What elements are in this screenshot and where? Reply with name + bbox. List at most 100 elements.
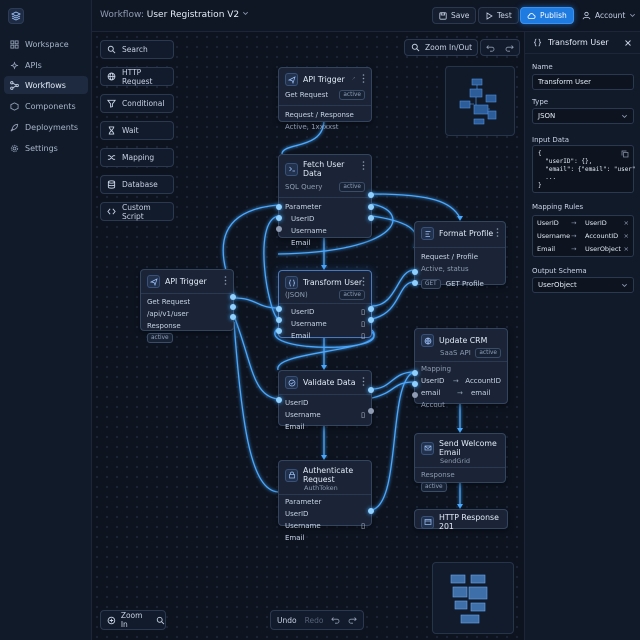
output-port[interactable]	[230, 304, 236, 310]
input-port[interactable]	[276, 215, 282, 221]
input-port[interactable]	[276, 328, 282, 334]
node-authenticate-request[interactable]: Authenticate Request AuthToken Parameter…	[278, 460, 374, 542]
palette-label: Wait	[122, 126, 139, 135]
input-data-editor[interactable]: { "userID": {}, "email": {"email": "user…	[532, 145, 636, 193]
node-http-response-201[interactable]: HTTP Response 201	[414, 509, 508, 531]
palette-search[interactable]: Search	[100, 40, 174, 59]
palette-conditional[interactable]: Conditional	[100, 94, 174, 113]
sidebar-item-workflows[interactable]: Workflows	[4, 76, 88, 94]
workflow-title[interactable]: Workflow: User Registration V2	[100, 10, 249, 20]
mapping-row[interactable]: Email → UserObject ×	[533, 242, 633, 255]
node-update-crm[interactable]: Update CRM SaaS API active Mapping UserI…	[412, 328, 508, 409]
wire-validate-crm2	[371, 381, 415, 399]
node-subtitle: SendGrid	[440, 457, 471, 465]
workflow-canvas[interactable]: Search HTTP Request Conditional Wait Map…	[92, 32, 524, 640]
node-title: Transform User	[303, 278, 363, 287]
minimap[interactable]	[445, 66, 515, 136]
zoom-in-out-label: Zoom In/Out	[425, 43, 473, 52]
input-port[interactable]	[276, 397, 282, 403]
app-logo-icon[interactable]	[8, 8, 24, 24]
output-port[interactable]	[368, 317, 374, 323]
output-port[interactable]	[230, 314, 236, 320]
input-port[interactable]	[412, 381, 418, 387]
input-port[interactable]	[276, 226, 282, 232]
more-vertical-icon[interactable]	[362, 161, 365, 170]
search-icon	[107, 45, 116, 54]
sidebar-item-components[interactable]: Components	[4, 97, 88, 115]
node-title: Authenticate Request	[303, 466, 354, 484]
copy-icon[interactable]	[621, 150, 629, 158]
remove-icon[interactable]: ×	[624, 219, 629, 227]
input-port[interactable]	[412, 280, 418, 286]
close-icon[interactable]	[624, 39, 632, 47]
wire-transform-format2	[371, 281, 415, 320]
publish-button[interactable]: Publish	[520, 7, 574, 24]
sidebar-item-label: Workspace	[25, 39, 69, 49]
undo-button[interactable]: Undo	[277, 616, 297, 625]
chevron-down-icon	[243, 11, 249, 15]
test-button[interactable]: Test	[478, 7, 519, 24]
input-port[interactable]	[276, 306, 282, 312]
node-transform-user[interactable]: Transform User (JSON) active UserID ▯ Use…	[276, 270, 374, 340]
name-input[interactable]: Transform User	[532, 74, 634, 90]
undo-icon[interactable]	[486, 44, 495, 52]
input-port[interactable]	[276, 317, 282, 323]
palette-database[interactable]: Database	[100, 175, 174, 194]
node-format-profile[interactable]: Format Profile Request / Profile Active,…	[412, 221, 506, 289]
redo-icon[interactable]	[348, 616, 358, 624]
output-port[interactable]	[368, 387, 374, 393]
zoom-in-out-button[interactable]: Zoom In/Out	[404, 39, 478, 56]
redo-icon[interactable]	[505, 44, 514, 52]
node-field: UserID	[421, 377, 445, 385]
output-port[interactable]	[230, 294, 236, 300]
palette-wait[interactable]: Wait	[100, 121, 174, 140]
output-port[interactable]	[368, 215, 374, 221]
input-port[interactable]	[412, 392, 418, 398]
palette-label: Custom Script	[122, 202, 151, 221]
sidebar-item-apis[interactable]: APIs	[4, 56, 88, 74]
output-schema-select[interactable]: UserObject	[532, 277, 634, 293]
output-port[interactable]	[368, 192, 374, 198]
sidebar-item-label: APIs	[25, 60, 42, 70]
palette-custom-script[interactable]: Custom Script	[100, 202, 174, 221]
input-port[interactable]	[412, 269, 418, 275]
type-select[interactable]: JSON	[532, 108, 634, 124]
save-button[interactable]: Save	[432, 7, 477, 24]
input-port[interactable]	[276, 204, 282, 210]
redo-button[interactable]: Redo	[305, 616, 324, 625]
sidebar-item-deployments[interactable]: Deployments	[4, 118, 88, 136]
input-port[interactable]	[412, 370, 418, 376]
more-vertical-icon[interactable]	[362, 377, 365, 386]
more-vertical-icon[interactable]	[496, 228, 499, 237]
node-field: Username	[291, 227, 327, 235]
status-badge: active	[339, 290, 365, 300]
output-port[interactable]	[368, 204, 374, 210]
account-menu[interactable]: Account	[576, 7, 640, 24]
mapping-row[interactable]: Username → AccountID ×	[533, 229, 633, 242]
remove-icon[interactable]: ×	[624, 232, 629, 240]
node-fetch-user-data[interactable]: Fetch User Data SQL Query active Paramet…	[276, 154, 374, 247]
minimap-overview[interactable]	[432, 562, 514, 634]
output-port[interactable]	[368, 508, 374, 514]
output-port[interactable]	[368, 408, 374, 414]
zoom-in-button[interactable]: Zoom In	[100, 610, 166, 630]
output-port[interactable]	[368, 306, 374, 312]
node-field: AccountID	[465, 377, 501, 385]
remove-icon[interactable]: ×	[624, 245, 629, 253]
more-vertical-icon[interactable]	[362, 74, 365, 83]
node-send-welcome-email[interactable]: Send Welcome Email SendGrid Response act…	[414, 433, 506, 492]
node-api-trigger-left[interactable]: API Trigger Get Request /api/v1/user Res…	[140, 269, 236, 343]
more-vertical-icon[interactable]	[224, 276, 227, 285]
expand-icon[interactable]	[352, 74, 355, 83]
palette-mapping[interactable]: Mapping	[100, 148, 174, 167]
palette-http-request[interactable]: HTTP Request	[100, 67, 174, 86]
node-field: Accout	[421, 401, 445, 409]
sidebar-item-settings[interactable]: Settings	[4, 139, 88, 157]
node-api-trigger-top[interactable]: API Trigger Get Request active Request /…	[278, 67, 372, 131]
undo-icon[interactable]	[331, 616, 340, 624]
more-vertical-icon[interactable]	[362, 277, 365, 286]
node-row: Active, status	[421, 265, 469, 273]
sidebar-item-workspace[interactable]: Workspace	[4, 35, 88, 53]
mapping-row[interactable]: UserID → UserID ×	[533, 216, 633, 229]
node-validate-data[interactable]: Validate Data UserID Username ▯ Email	[276, 370, 374, 431]
